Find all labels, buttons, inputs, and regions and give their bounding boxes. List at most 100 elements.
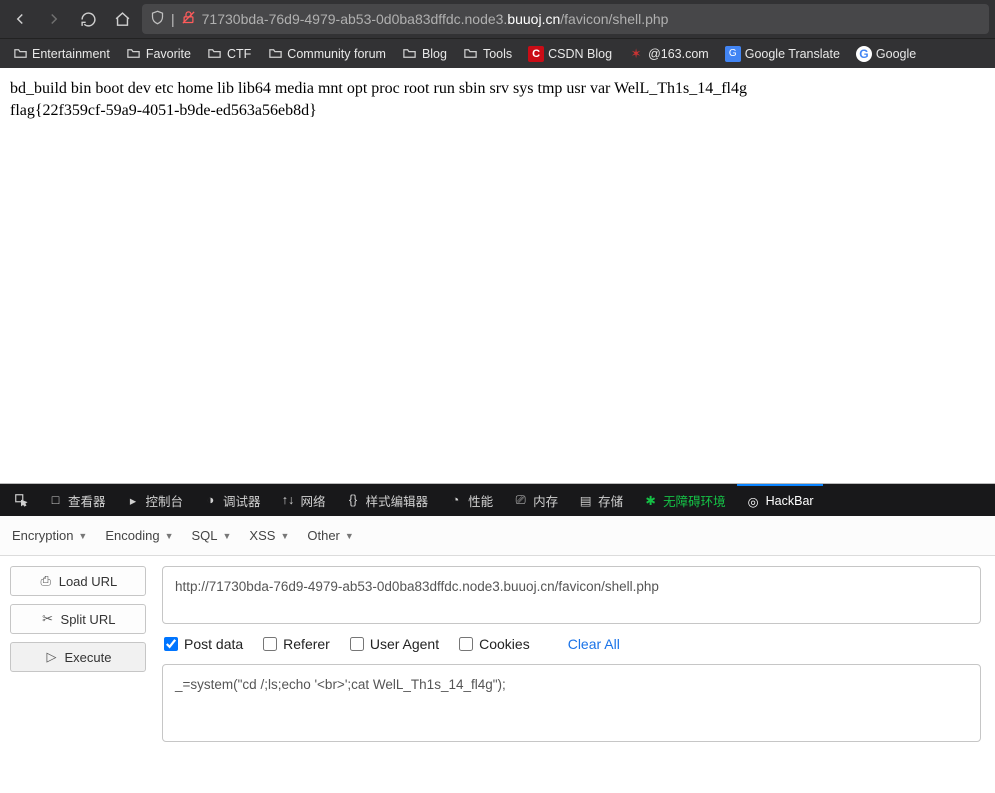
tab-icon: ◔: [448, 493, 463, 507]
hackbar-postdata-input[interactable]: [162, 664, 981, 742]
useragent-checkbox[interactable]: User Agent: [350, 636, 439, 652]
picker-icon: [13, 493, 28, 507]
caret-icon: ▼: [345, 531, 354, 541]
insecure-icon: [181, 10, 196, 28]
clear-all-link[interactable]: Clear All: [568, 636, 620, 652]
devtools-panel: □查看器▸控制台◑调试器 ↑↓ 网络 {} 样式编辑器 ◔ 性能 ⎚ 内存 ▤存储 ✱ 无障碍环境 ◎ H…: [0, 483, 995, 793]
tab-icon: ⎚: [513, 493, 528, 508]
hackbar-menu-encryption[interactable]: Encryption ▼: [12, 528, 87, 543]
split-icon: ✂: [41, 611, 55, 627]
home-button[interactable]: [108, 5, 136, 33]
csdn-icon: C: [528, 46, 544, 62]
bookmark-label: Tools: [483, 47, 512, 61]
devtools-picker[interactable]: [4, 484, 37, 516]
execute-label: Execute: [65, 650, 112, 665]
bookmark--163-com[interactable]: ✶ @163.com: [622, 44, 715, 64]
tab-label: 内存: [533, 491, 558, 510]
hackbar-menu-other[interactable]: Other ▼: [307, 528, 353, 543]
bookmark-label: Entertainment: [32, 47, 110, 61]
menu-label: Other: [307, 528, 340, 543]
bookmark-blog[interactable]: Blog: [396, 44, 453, 64]
browser-toolbar: | 71730bda-76d9-4979-ab53-0d0ba83dffdc.n…: [0, 0, 995, 38]
forward-button[interactable]: [40, 5, 68, 33]
devtools-tab-样式编辑器[interactable]: {} 样式编辑器: [337, 484, 438, 516]
bookmark-google[interactable]: G Google: [850, 44, 922, 64]
devtools-tab-无障碍环境[interactable]: ✱ 无障碍环境: [634, 484, 735, 516]
devtools-tab-控制台[interactable]: ▸控制台: [117, 484, 193, 516]
bookmarks-bar: Entertainment Favorite CTF Community forum B…: [0, 38, 995, 68]
bookmark-label: Favorite: [146, 47, 191, 61]
bookmark-tools[interactable]: Tools: [457, 44, 518, 64]
page-content: bd_build bin boot dev etc home lib lib64…: [0, 68, 995, 483]
bookmark-label: Google Translate: [745, 47, 840, 61]
hackbar-options: Post data Referer User Agent Cookies Cle…: [162, 634, 981, 654]
back-button[interactable]: [6, 5, 34, 33]
execute-button[interactable]: ▷ Execute: [10, 642, 146, 672]
cookies-checkbox[interactable]: Cookies: [459, 636, 530, 652]
devtools-tab-性能[interactable]: ◔ 性能: [439, 484, 502, 516]
hackbar-menu-sql[interactable]: SQL▼: [191, 528, 231, 543]
bookmark-favorite[interactable]: Favorite: [120, 44, 197, 64]
folder-icon: [126, 46, 142, 62]
bookmark-label: @163.com: [648, 47, 709, 61]
tab-label: 性能: [468, 491, 493, 510]
url-bar[interactable]: | 71730bda-76d9-4979-ab53-0d0ba83dffdc.n…: [142, 4, 989, 34]
bookmark-csdn-blog[interactable]: C CSDN Blog: [522, 44, 618, 64]
menu-label: Encryption: [12, 528, 73, 543]
devtools-tab-HackBar[interactable]: ◎ HackBar: [737, 484, 823, 516]
devtools-tab-内存[interactable]: ⎚ 内存: [504, 484, 567, 516]
tab-label: HackBar: [766, 494, 814, 508]
bookmark-label: CSDN Blog: [548, 47, 612, 61]
url-text: 71730bda-76d9-4979-ab53-0d0ba83dffdc.nod…: [202, 11, 669, 27]
tab-label: 无障碍环境: [663, 491, 726, 510]
load-url-button[interactable]: ⎙ Load URL: [10, 566, 146, 596]
hackbar-main: Post data Referer User Agent Cookies Cle…: [156, 556, 995, 793]
hackbar-body: ⎙ Load URL ✂ Split URL ▷ Execute Post da…: [0, 556, 995, 793]
translate-icon: G: [725, 46, 741, 62]
bookmark-label: Google: [876, 47, 916, 61]
postdata-checkbox[interactable]: Post data: [164, 636, 243, 652]
devtools-tab-查看器[interactable]: □查看器: [39, 484, 115, 516]
split-url-button[interactable]: ✂ Split URL: [10, 604, 146, 634]
reload-button[interactable]: [74, 5, 102, 33]
folder-icon: [267, 46, 283, 62]
bookmark-label: CTF: [227, 47, 251, 61]
tab-icon: ▤: [578, 493, 593, 508]
devtools-tabstrip: □查看器▸控制台◑调试器 ↑↓ 网络 {} 样式编辑器 ◔ 性能 ⎚ 内存 ▤存储 ✱ 无障碍环境 ◎ H…: [0, 484, 995, 516]
bookmark-community-forum[interactable]: Community forum: [261, 44, 392, 64]
load-url-label: Load URL: [59, 574, 118, 589]
tab-icon: □: [48, 493, 63, 507]
caret-icon: ▼: [165, 531, 174, 541]
tab-icon: ◑: [203, 493, 218, 507]
bug-icon: ✶: [628, 46, 644, 62]
caret-icon: ▼: [280, 531, 289, 541]
execute-icon: ▷: [45, 649, 59, 665]
tab-icon: ↑↓: [281, 493, 296, 507]
devtools-tab-存储[interactable]: ▤存储: [569, 484, 632, 516]
page-line-2: flag{22f359cf-59a9-4051-b9de-ed563a56eb8…: [10, 100, 985, 122]
devtools-tab-网络[interactable]: ↑↓ 网络: [272, 484, 335, 516]
caret-icon: ▼: [78, 531, 87, 541]
hackbar-toolbar: Encryption▼Encoding▼SQL▼XSS▼Other▼: [0, 516, 995, 556]
bookmark-entertainment[interactable]: Entertainment: [6, 44, 116, 64]
separator: |: [171, 11, 175, 27]
menu-label: XSS: [249, 528, 275, 543]
tab-label: 网络: [301, 491, 326, 510]
referer-checkbox[interactable]: Referer: [263, 636, 330, 652]
tab-icon: ✱: [643, 493, 658, 508]
bookmark-google-translate[interactable]: G Google Translate: [719, 44, 846, 64]
bookmark-ctf[interactable]: CTF: [201, 44, 257, 64]
folder-icon: [463, 46, 479, 62]
tab-icon: {}: [346, 493, 361, 507]
hackbar-menu-encoding[interactable]: Encoding▼: [105, 528, 173, 543]
tab-label: 样式编辑器: [366, 491, 429, 510]
hackbar-menu-xss[interactable]: XSS ▼: [249, 528, 289, 543]
devtools-tab-调试器[interactable]: ◑调试器: [194, 484, 270, 516]
tab-icon: ◎: [746, 494, 761, 509]
bookmark-label: Community forum: [287, 47, 386, 61]
menu-label: SQL: [191, 528, 217, 543]
hackbar-url-input[interactable]: [162, 566, 981, 624]
load-icon: ⎙: [39, 573, 53, 589]
google-icon: G: [856, 46, 872, 62]
hackbar-sidebar: ⎙ Load URL ✂ Split URL ▷ Execute: [0, 556, 156, 793]
